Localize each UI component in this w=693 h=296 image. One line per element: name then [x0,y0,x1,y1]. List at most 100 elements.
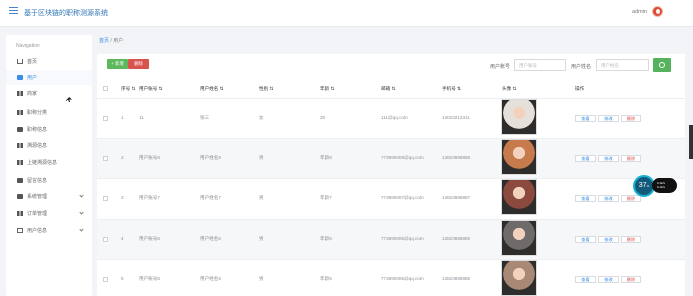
sidebar-item-1[interactable]: 用户 [6,70,92,85]
sidebar-item-label: 职称分类 [27,110,48,116]
avatar-thumbnail [501,260,537,296]
table-cell-gender: 男 [259,195,264,200]
table-cell-gender: 女 [259,115,264,120]
delete-row-button[interactable]: 删除 [621,155,641,162]
table-cell-email: 773890005@qq.com [381,276,424,281]
user-name[interactable]: admin [632,9,647,15]
table-cell-account: 用户账号6 [139,236,160,241]
table-cell-account: 用户账号7 [139,195,160,200]
card-icon [17,228,23,233]
select-all-checkbox[interactable] [103,86,108,91]
table-cell-name: 用户姓名6 [200,236,221,241]
account-label: 用户账号 [490,64,511,70]
delete-row-button[interactable]: 删除 [621,276,641,283]
table-cell-email: 773890006@qq.com [381,236,424,241]
table-cell-account: 用户账号5 [139,276,160,281]
avatar-thumbnail [501,139,537,175]
table-cell-account: 11 [139,115,144,120]
table-cell-age: 年龄6 [320,236,332,241]
sidebar-item-label: 订单管理 [27,211,48,217]
name-label: 用户姓名 [571,64,592,70]
name-search-input[interactable]: 用户姓名 [596,59,649,71]
user-avatar[interactable] [652,6,663,17]
box-icon [17,127,23,132]
sidebar-item-label: 上链溯源信息 [27,160,58,166]
top-bar: 基于区块链的职称测源系统 admin [0,0,693,27]
account-search-input[interactable]: 用户账号 [514,59,566,71]
sidebar-item-0[interactable]: 首页 [6,54,92,69]
table-cell-gender: 男 [259,155,264,160]
edge-scroll-tab[interactable] [689,125,693,159]
row-checkbox[interactable] [103,156,108,161]
table-cell-email: 111@qq.com [381,115,408,120]
table-header[interactable]: 邮箱 ⇅ [381,86,395,92]
edit-button[interactable]: 修改 [598,155,619,162]
table-cell-index: 2 [121,155,124,160]
sidebar-item-3[interactable]: 职称分类 [6,105,92,120]
table-cell-age: 年龄7 [320,195,332,200]
sidebar-item-label: 系统管理 [27,194,48,200]
chevron-down-icon [79,227,84,232]
table-header[interactable]: 手机号 ⇅ [442,86,461,92]
monitor-icon [17,178,23,183]
table-cell-name: 张三 [200,115,210,120]
sidebar-item-6[interactable]: 上链溯源信息 [6,155,92,170]
system-icon [17,194,23,199]
view-button[interactable]: 查看 [575,276,596,283]
table-header[interactable]: 年龄 ⇅ [320,86,334,92]
chevron-down-icon [79,210,84,215]
app-title: 基于区块链的职称测源系统 [24,10,108,17]
avatar-thumbnail [501,220,537,256]
view-button[interactable]: 查看 [575,155,596,162]
sidebar: Navigation 首页 用户 商家 职称分类 职称信息 溯源信息 上链溯源信息 留言信息系… [6,35,92,296]
edit-button[interactable]: 修改 [598,236,619,243]
table-cell-index: 1 [121,115,124,120]
grid-icon [17,160,23,165]
home-icon [17,59,23,64]
sidebar-item-5[interactable]: 溯源信息 [6,138,92,153]
sidebar-item-9[interactable]: 订单管理 [6,206,92,221]
performance-widget: 37% 0.1k/s 0.1k/s [633,175,677,197]
network-speed: 0.1k/s 0.1k/s [652,178,677,193]
table-cell-index: 3 [121,195,124,200]
table-cell-account: 用户账号8 [139,155,160,160]
delete-row-button[interactable]: 删除 [621,115,641,122]
search-button[interactable] [653,58,671,72]
view-button[interactable]: 查看 [575,236,596,243]
menu-toggle-icon[interactable] [9,7,18,15]
delete-button[interactable]: 删除 [128,59,149,69]
table-cell-phone: 13823888886 [442,236,471,241]
row-checkbox[interactable] [103,116,108,121]
view-button[interactable]: 查看 [575,115,596,122]
breadcrumb-home[interactable]: 首页 [99,38,109,44]
sidebar-item-4[interactable]: 职称信息 [6,122,92,137]
view-button[interactable]: 查看 [575,195,596,202]
add-button[interactable]: + 新增 [107,59,128,69]
sidebar-item-8[interactable]: 系统管理 [6,189,92,204]
edit-button[interactable]: 修改 [598,195,619,202]
table-header[interactable]: 性别 ⇅ [259,86,273,92]
breadcrumb: 首页 / 用户 [99,38,124,44]
table-header[interactable]: 用户姓名 ⇅ [200,86,224,92]
sidebar-item-7[interactable]: 留言信息 [6,173,92,188]
sidebar-item-label: 职称信息 [27,127,48,133]
edit-button[interactable]: 修改 [598,276,619,283]
delete-row-button[interactable]: 删除 [621,236,641,243]
row-checkbox[interactable] [103,237,108,242]
row-checkbox[interactable] [103,277,108,282]
table-cell-phone: 13823888888 [442,155,471,160]
row-checkbox[interactable] [103,196,108,201]
table-cell-phone: 13823888887 [442,195,471,200]
edit-button[interactable]: 修改 [598,115,619,122]
avatar-thumbnail [501,99,537,135]
sidebar-item-label: 首页 [27,59,38,65]
doc-icon [17,75,23,80]
grid-icon [17,91,23,96]
sidebar-item-10[interactable]: 用户信息 [6,223,92,238]
sidebar-item-2[interactable]: 商家 [6,86,92,101]
table-cell-phone: 13023212311 [442,115,470,120]
table-header[interactable]: 头像 ⇅ [502,86,516,92]
table-header[interactable]: 用户账号 ⇅ [139,86,163,92]
table-header[interactable]: 序号 ⇅ [121,86,135,92]
table-cell-name: 用户姓名8 [200,155,221,160]
